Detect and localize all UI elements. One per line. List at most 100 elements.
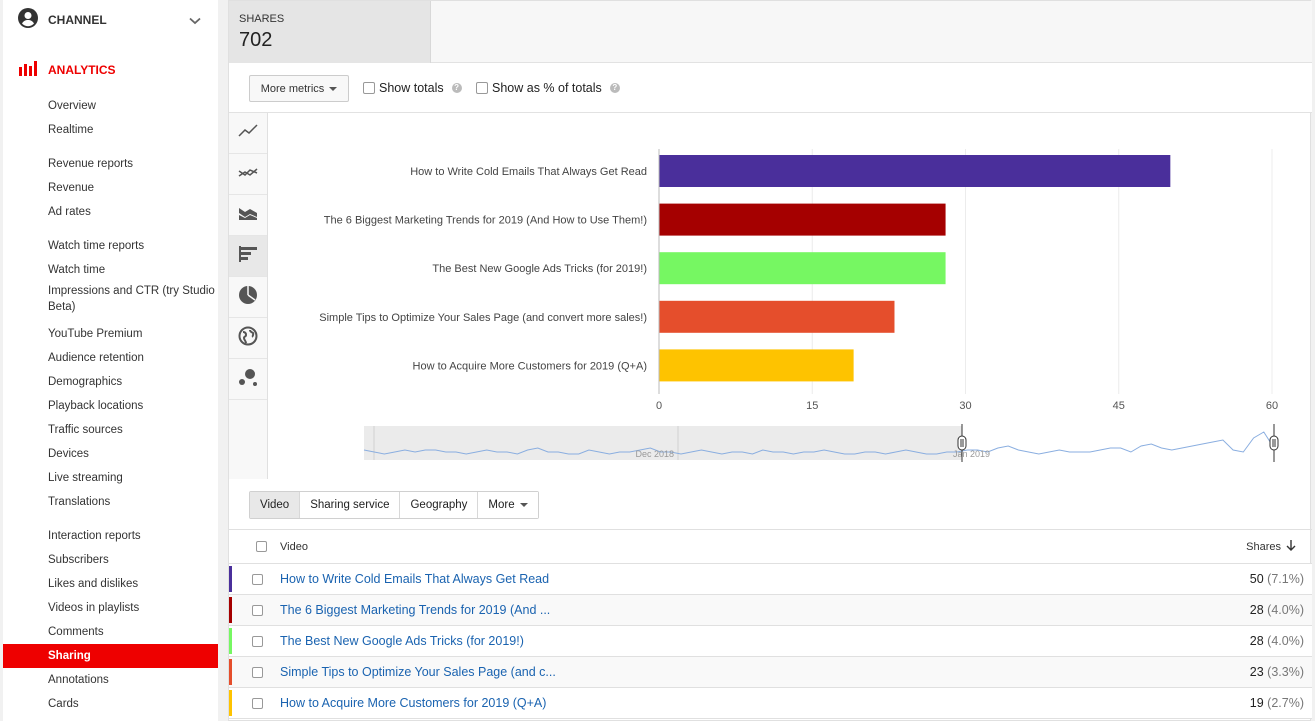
- navigator-handle[interactable]: [957, 435, 967, 451]
- show-pct-checkbox[interactable]: [476, 82, 488, 94]
- sidebar-item-overview[interactable]: Overview: [3, 94, 218, 118]
- shares-percent: (4.0%): [1267, 603, 1304, 617]
- shares-count: 28: [1249, 634, 1264, 648]
- x-tick-label: 60: [1266, 400, 1278, 412]
- globe-map-icon: [238, 326, 258, 351]
- bar[interactable]: [659, 252, 946, 285]
- tab-sharing-service[interactable]: Sharing service: [300, 492, 401, 518]
- sidebar-item-subscribers[interactable]: Subscribers: [3, 548, 218, 572]
- sidebar-item-sharing[interactable]: Sharing: [3, 644, 218, 668]
- sidebar-item-demographics[interactable]: Demographics: [3, 370, 218, 394]
- results-table: Video Shares How to Write Cold Emails Th…: [229, 529, 1312, 719]
- select-all-checkbox[interactable]: [256, 541, 267, 552]
- sidebar-item-youtube-premium[interactable]: YouTube Premium: [3, 322, 218, 346]
- bar-chart-icon: [238, 245, 258, 267]
- show-totals-option[interactable]: Show totals ?: [363, 81, 462, 95]
- chart-type-multi-line[interactable]: [229, 154, 267, 195]
- sidebar-section-interaction-reports[interactable]: Interaction reports: [3, 524, 218, 548]
- chart-type-pie[interactable]: [229, 277, 267, 318]
- channel-label: CHANNEL: [48, 13, 107, 27]
- video-title-link[interactable]: Simple Tips to Optimize Your Sales Page …: [280, 665, 556, 679]
- table-row[interactable]: Simple Tips to Optimize Your Sales Page …: [229, 657, 1312, 688]
- sidebar-item-ad-rates[interactable]: Ad rates: [3, 200, 218, 224]
- category-label: How to Write Cold Emails That Always Get…: [410, 166, 647, 178]
- tab-video[interactable]: Video: [250, 492, 301, 518]
- tab-geography[interactable]: Geography: [400, 492, 479, 518]
- table-row[interactable]: The 6 Biggest Marketing Trends for 2019 …: [229, 595, 1312, 626]
- sidebar-item-realtime[interactable]: Realtime: [3, 118, 218, 142]
- bar[interactable]: [659, 203, 946, 236]
- shares-percent: (2.7%): [1267, 696, 1304, 710]
- shares-count: 50: [1249, 572, 1264, 586]
- row-checkbox[interactable]: [252, 604, 263, 616]
- chart-type-line[interactable]: [229, 113, 267, 154]
- sidebar-item-playback-locations[interactable]: Playback locations: [3, 394, 218, 418]
- shares-value: 28 (4.0%): [1250, 634, 1304, 648]
- analytics-header[interactable]: ANALYTICS: [3, 52, 218, 88]
- row-checkbox[interactable]: [252, 697, 263, 709]
- sidebar-item-annotations[interactable]: Annotations: [3, 668, 218, 692]
- line-chart-icon: [238, 123, 258, 143]
- chart-type-map[interactable]: [229, 318, 267, 359]
- pie-chart-icon: [238, 285, 258, 310]
- chart-type-area[interactable]: [229, 195, 267, 236]
- video-title-link[interactable]: The 6 Biggest Marketing Trends for 2019 …: [280, 603, 550, 617]
- sidebar-section-watch-time-reports[interactable]: Watch time reports: [3, 234, 218, 258]
- stacked-area-chart-icon: [238, 206, 258, 225]
- metric-label: SHARES: [239, 13, 285, 25]
- help-icon[interactable]: ?: [609, 83, 620, 93]
- channel-header[interactable]: CHANNEL: [3, 2, 218, 38]
- youtube-analytics-app: CHANNEL ANALYTICS Overview Realtime Revenu…: [0, 0, 1315, 721]
- sidebar-item-translations[interactable]: Translations: [3, 490, 218, 514]
- analytics-label: ANALYTICS: [48, 63, 116, 77]
- bar[interactable]: [659, 349, 854, 382]
- bar[interactable]: [659, 155, 1171, 187]
- sidebar-item-devices[interactable]: Devices: [3, 442, 218, 466]
- show-totals-label: Show totals: [379, 81, 444, 95]
- account-circle-icon: [18, 7, 38, 33]
- sidebar-section-revenue-reports[interactable]: Revenue reports: [3, 152, 218, 176]
- sidebar-item-traffic-sources[interactable]: Traffic sources: [3, 418, 218, 442]
- sidebar-item-comments[interactable]: Comments: [3, 620, 218, 644]
- sidebar-item-likes-and-dislikes[interactable]: Likes and dislikes: [3, 572, 218, 596]
- shares-count: 23: [1249, 665, 1264, 679]
- navigator-date-label: Jan 2019: [953, 449, 990, 459]
- column-header-shares[interactable]: Shares: [1246, 539, 1296, 554]
- sidebar-item-impressions-and-ctr-try-studio-beta[interactable]: Impressions and CTR (try Studio Beta): [3, 282, 218, 316]
- chevron-down-icon[interactable]: [189, 12, 201, 30]
- sidebar-item-audience-retention[interactable]: Audience retention: [3, 346, 218, 370]
- chart-type-bubble[interactable]: [229, 359, 267, 400]
- video-title-link[interactable]: How to Write Cold Emails That Always Get…: [280, 572, 549, 586]
- navigator-handle[interactable]: [1269, 435, 1279, 451]
- sidebar-item-cards[interactable]: Cards: [3, 692, 218, 716]
- table-row[interactable]: How to Acquire More Customers for 2019 (…: [229, 688, 1312, 719]
- table-row[interactable]: How to Write Cold Emails That Always Get…: [229, 564, 1312, 595]
- chart-type-bar[interactable]: [229, 236, 267, 277]
- category-label: Simple Tips to Optimize Your Sales Page …: [319, 312, 647, 324]
- sidebar-item-live-streaming[interactable]: Live streaming: [3, 466, 218, 490]
- column-header-video: Video: [280, 540, 308, 553]
- row-checkbox[interactable]: [252, 573, 263, 585]
- shares-value: 23 (3.3%): [1250, 665, 1304, 679]
- sidebar-item-watch-time[interactable]: Watch time: [3, 258, 218, 282]
- category-label: The 6 Biggest Marketing Trends for 2019 …: [324, 215, 647, 227]
- table-body: How to Write Cold Emails That Always Get…: [229, 564, 1312, 719]
- shares-percent: (3.3%): [1267, 665, 1304, 679]
- bar[interactable]: [659, 300, 895, 333]
- table-row[interactable]: The Best New Google Ads Tricks (for 2019…: [229, 626, 1312, 657]
- show-pct-option[interactable]: Show as % of totals ?: [476, 81, 620, 95]
- metric-card-shares[interactable]: SHARES 702: [229, 1, 431, 63]
- category-label: The Best New Google Ads Tricks (for 2019…: [432, 263, 647, 275]
- show-totals-checkbox[interactable]: [363, 82, 375, 94]
- sidebar-item-revenue[interactable]: Revenue: [3, 176, 218, 200]
- sidebar-item-videos-in-playlists[interactable]: Videos in playlists: [3, 596, 218, 620]
- row-checkbox[interactable]: [252, 635, 263, 647]
- video-title-link[interactable]: The Best New Google Ads Tricks (for 2019…: [280, 634, 524, 648]
- help-icon[interactable]: ?: [451, 83, 462, 93]
- shares-value: 28 (4.0%): [1250, 603, 1304, 617]
- tab-more[interactable]: More: [478, 492, 538, 518]
- row-checkbox[interactable]: [252, 666, 263, 678]
- more-metrics-button[interactable]: More metrics: [249, 75, 349, 102]
- video-title-link[interactable]: How to Acquire More Customers for 2019 (…: [280, 696, 546, 710]
- time-navigator[interactable]: Dec 2018 Jan 2019: [363, 424, 1279, 462]
